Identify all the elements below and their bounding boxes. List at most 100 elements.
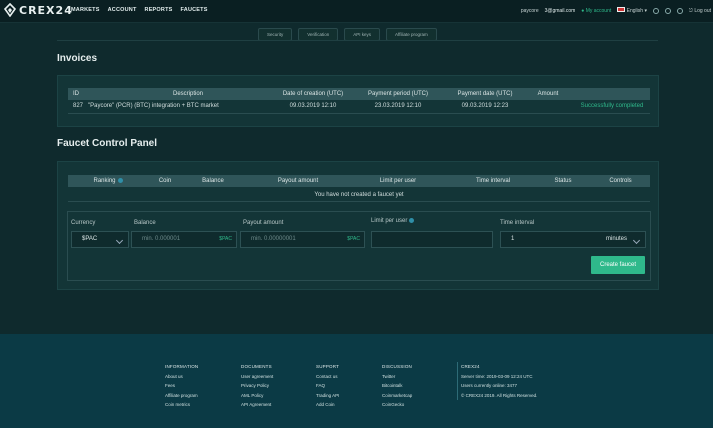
col-date-created: Date of creation (UTC) [282,91,344,97]
footer-heading: INFORMATION [165,364,199,369]
copyright: © CREX24 2019. All Rights Reserved. [461,392,538,398]
payout-amount-label: Payout amount [243,220,284,226]
footer-heading: DOCUMENTS [241,364,272,369]
language-label: English [626,8,644,14]
faucet-empty-row: You have not created a faucet yet [68,189,650,202]
payout-amount-input[interactable]: min. 0.00000001 $PAC [240,231,365,248]
footer-col-support: SUPPORT Contact us FAQ Trading API Add C… [316,362,339,410]
footer-link[interactable]: Add Coin [316,400,339,410]
footer-link[interactable]: Trading API [316,391,339,401]
footer-link[interactable]: CoinGecko [382,400,412,410]
time-interval-label: Time interval [500,220,535,226]
users-online: Users currently online: 3477 [461,383,518,388]
balance-input[interactable]: min. 0.000001 $PAC [131,231,237,248]
invoice-status: Successfully completed [580,103,644,109]
col-ranking: Ranking [78,177,138,184]
nav-reports[interactable]: REPORTS [145,7,173,13]
invoices-panel: ID Description Date of creation (UTC) Pa… [57,75,659,127]
footer-link[interactable]: Contact us [316,372,339,382]
chevron-down-icon [632,236,641,245]
footer-col-discussion: DISCUSSION Twitter Bitcointalk Coinmarke… [382,362,412,410]
footer-link[interactable]: Bitcointalk [382,381,412,391]
invoice-description: "Paycore" (PCR) (BTC) integration + BTC … [88,103,219,109]
col-description: Description [172,91,203,97]
balance-label: Balance [134,220,156,226]
time-interval-input[interactable]: 1 minutes [500,231,646,248]
payout-placeholder: min. 0.00000001 [251,236,296,242]
main-nav: MARKETS ACCOUNT REPORTS FAUCETS [71,7,208,13]
chevron-down-icon [115,236,124,245]
username[interactable]: paycore [521,8,539,14]
footer-link[interactable]: User agreement [241,372,273,382]
invoice-payment-period: 23.03.2019 12:10 [374,103,422,109]
server-time: Server time: 2019-03-09 12:24 UTC [461,373,533,379]
invoices-title: Invoices [57,53,98,64]
footer-link[interactable]: Fees [165,381,198,391]
col-payment-period: Payment period (UTC) [367,91,429,97]
my-account-label: My account [585,7,612,14]
payout-unit: $PAC [347,236,360,242]
ranking-info-icon[interactable] [117,177,123,183]
footer-col-information: INFORMATION About us Fees Affiliate prog… [165,362,198,410]
col-controls: Controls [609,178,632,184]
footer-link[interactable]: FAQ [316,381,339,391]
faucet-panel-title: Faucet Control Panel [57,138,158,149]
language-selector[interactable]: English ▾ [617,7,647,14]
footer-link[interactable]: AML Policy [241,391,273,401]
nav-account[interactable]: ACCOUNT [108,7,137,13]
user-nav: paycore 3@gmail.com ● My account English… [521,7,711,14]
footer-link[interactable]: Coinmarketcap [382,391,412,401]
footer-link[interactable]: Twitter [382,372,412,382]
col-payout-amount: Payout amount [277,178,319,184]
nav-faucets[interactable]: FAUCETS [181,7,208,13]
footer [0,334,713,428]
subtabs-divider [57,40,658,41]
uk-flag-icon [617,7,626,12]
footer-link[interactable]: API Agreement [241,400,273,410]
footer-link[interactable]: Affiliate program [165,391,198,401]
currency-label: Currency [71,220,96,226]
col-status: Status [554,178,572,184]
settings-icon[interactable] [652,7,659,14]
limit-info-icon[interactable] [409,218,415,223]
logout-link[interactable]: ⎋ Log out [689,8,711,14]
footer-heading: DISCUSSION [382,364,413,369]
user-email[interactable]: 3@gmail.com [545,8,576,14]
invoices-table-header: ID Description Date of creation (UTC) Pa… [68,88,650,100]
currency-select[interactable]: $PAC [71,231,129,248]
limit-per-user-label: Limit per user [371,218,415,224]
notifications-icon[interactable] [664,7,671,14]
brand-logo[interactable]: CREX24 [4,3,73,17]
faucet-table-header: Ranking Coin Balance Payout amount Limit… [68,175,650,187]
footer-heading: SUPPORT [316,364,340,369]
interval-unit: minutes [605,236,627,242]
col-balance: Balance [202,178,224,184]
create-faucet-button[interactable]: Create faucet [591,256,645,274]
invoice-payment-date: 09.03.2019 12:23 [461,103,509,109]
top-bar: CREX24 MARKETS ACCOUNT REPORTS FAUCETS p… [0,0,713,23]
balance-placeholder: min. 0.000001 [142,236,181,242]
invoice-id: 827 [73,103,84,109]
footer-col-crex24: CREX24 Server time: 2019-03-09 12:24 UTC… [457,362,537,400]
footer-col-documents: DOCUMENTS User agreement Privacy Policy … [241,362,273,410]
col-payment-date: Payment date (UTC) [457,91,513,97]
limit-per-user-input[interactable] [371,231,493,248]
footer-link[interactable]: Privacy Policy [241,381,273,391]
col-coin: Coin [158,178,172,184]
interval-value: 1 [511,236,515,242]
col-id: ID [73,91,79,97]
footer-link[interactable]: About us [165,372,198,382]
brand-name: CREX24 [19,3,73,17]
nav-markets[interactable]: MARKETS [71,7,100,13]
footer-heading: CREX24 [461,364,480,369]
crex-logo-icon [4,3,16,17]
currency-value: $PAC [82,236,98,242]
my-account-link[interactable]: ● My account [581,8,611,14]
table-row: 827 "Paycore" (PCR) (BTC) integration + … [68,101,650,114]
col-limit-per-user: Limit per user [379,178,417,184]
create-faucet-form: Currency $PAC Balance min. 0.000001 $PAC … [67,211,651,281]
col-time-interval: Time interval [475,178,511,184]
theme-icon[interactable] [676,7,683,14]
footer-link[interactable]: Coin metrics [165,400,198,410]
invoice-date-created: 09.03.2019 12:10 [289,103,337,109]
